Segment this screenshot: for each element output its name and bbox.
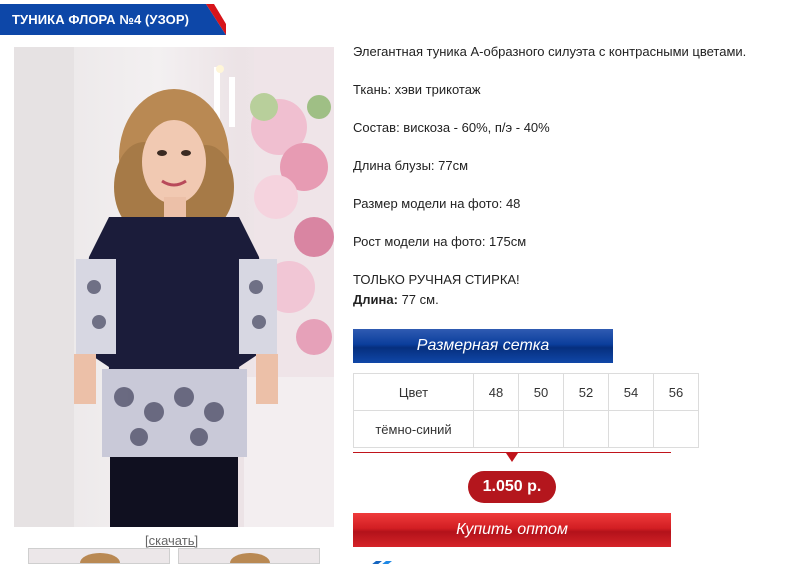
thumbnail-strip xyxy=(28,548,320,564)
thumbnail-2[interactable] xyxy=(178,548,320,564)
size-header-cell: 52 xyxy=(563,373,609,411)
size-table: Цвет 48 50 52 54 56 тёмно-синий xyxy=(353,373,699,448)
price-badge: 1.050 р. xyxy=(468,471,556,503)
size-quantity-cell[interactable] xyxy=(518,410,564,448)
size-quantity-cell[interactable] xyxy=(608,410,654,448)
description-line: Рост модели на фото: 175см xyxy=(353,234,527,249)
product-title: ТУНИКА ФЛОРА №4 (УЗОР) xyxy=(12,12,190,27)
table-row: тёмно-синий xyxy=(353,410,699,448)
product-title-tab: ТУНИКА ФЛОРА №4 (УЗОР) xyxy=(0,4,226,35)
description-line: ТОЛЬКО РУЧНАЯ СТИРКА! xyxy=(353,272,520,287)
thumbnail-1[interactable] xyxy=(28,548,170,564)
description-line: Ткань: хэви трикотаж xyxy=(353,82,481,97)
color-column-header: Цвет xyxy=(353,373,474,411)
product-image xyxy=(14,47,334,527)
description-line: Размер модели на фото: 48 xyxy=(353,196,521,211)
length-value: 77 см. xyxy=(401,292,439,307)
size-quantity-cell[interactable] xyxy=(653,410,699,448)
size-header-cell: 56 xyxy=(653,373,699,411)
size-header-cell: 54 xyxy=(608,373,654,411)
length-label: Длина: xyxy=(353,292,398,307)
length-line: Длина: 77 см. xyxy=(353,292,439,307)
color-cell: тёмно-синий xyxy=(353,410,474,448)
size-quantity-cell[interactable] xyxy=(563,410,609,448)
description-line: Состав: вискоза - 60%, п/э - 40% xyxy=(353,120,550,135)
description-line: Длина блузы: 77см xyxy=(353,158,469,173)
size-header-cell: 50 xyxy=(518,373,564,411)
buy-wholesale-button[interactable]: Купить оптом xyxy=(353,513,671,547)
product-photo[interactable] xyxy=(14,47,334,527)
description-line: Элегантная туника А-образного силуэта с … xyxy=(353,44,747,59)
thumbnail-2-image xyxy=(179,549,319,563)
partial-logo-icon xyxy=(366,556,396,564)
download-link[interactable]: [скачать] xyxy=(145,533,198,548)
thumbnail-1-image xyxy=(29,549,169,563)
table-row: Цвет 48 50 52 54 56 xyxy=(353,373,699,411)
price-pointer-icon xyxy=(506,453,518,462)
size-chart-header: Размерная сетка xyxy=(353,329,613,363)
size-header-cell: 48 xyxy=(473,373,519,411)
size-quantity-cell[interactable] xyxy=(473,410,519,448)
